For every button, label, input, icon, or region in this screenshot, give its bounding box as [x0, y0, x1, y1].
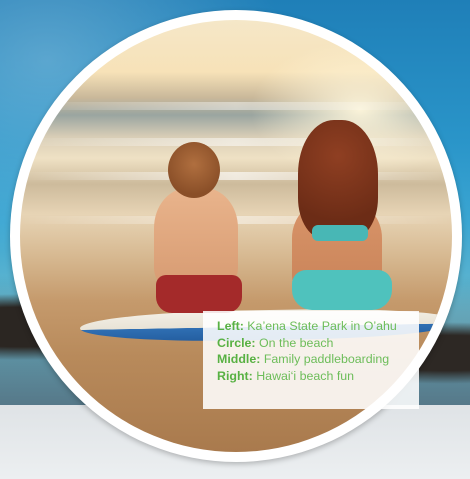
girl-hair	[298, 120, 378, 240]
boy-body	[154, 188, 238, 288]
girl-swimsuit-top	[312, 225, 368, 241]
caption-value: On the beach	[259, 335, 334, 350]
wave-line	[20, 102, 452, 110]
wave-line	[20, 172, 452, 180]
caption-line-right: Right: Hawai‘i beach fun	[217, 368, 419, 385]
caption-value: Hawai‘i beach fun	[256, 368, 355, 383]
caption-line-middle: Middle: Family paddleboarding	[217, 351, 419, 368]
caption-key: Middle:	[217, 352, 261, 366]
caption-line-circle: Circle: On the beach	[217, 335, 419, 352]
caption-key: Right:	[217, 368, 253, 383]
caption-key: Circle:	[217, 335, 256, 350]
boy-red-shorts	[156, 275, 242, 313]
caption-value: Ka’ena State Park in O’ahu	[247, 319, 397, 333]
caption-key: Left:	[217, 319, 244, 333]
caption-line-left: Left: Ka’ena State Park in O’ahu	[217, 318, 419, 335]
girl-swimsuit-bottom	[292, 270, 392, 310]
photo-caption-box: Left: Ka’ena State Park in O’ahu Circle:…	[203, 311, 419, 409]
boy-head	[168, 142, 220, 198]
wave-line	[20, 138, 452, 146]
caption-value: Family paddleboarding	[263, 352, 390, 366]
